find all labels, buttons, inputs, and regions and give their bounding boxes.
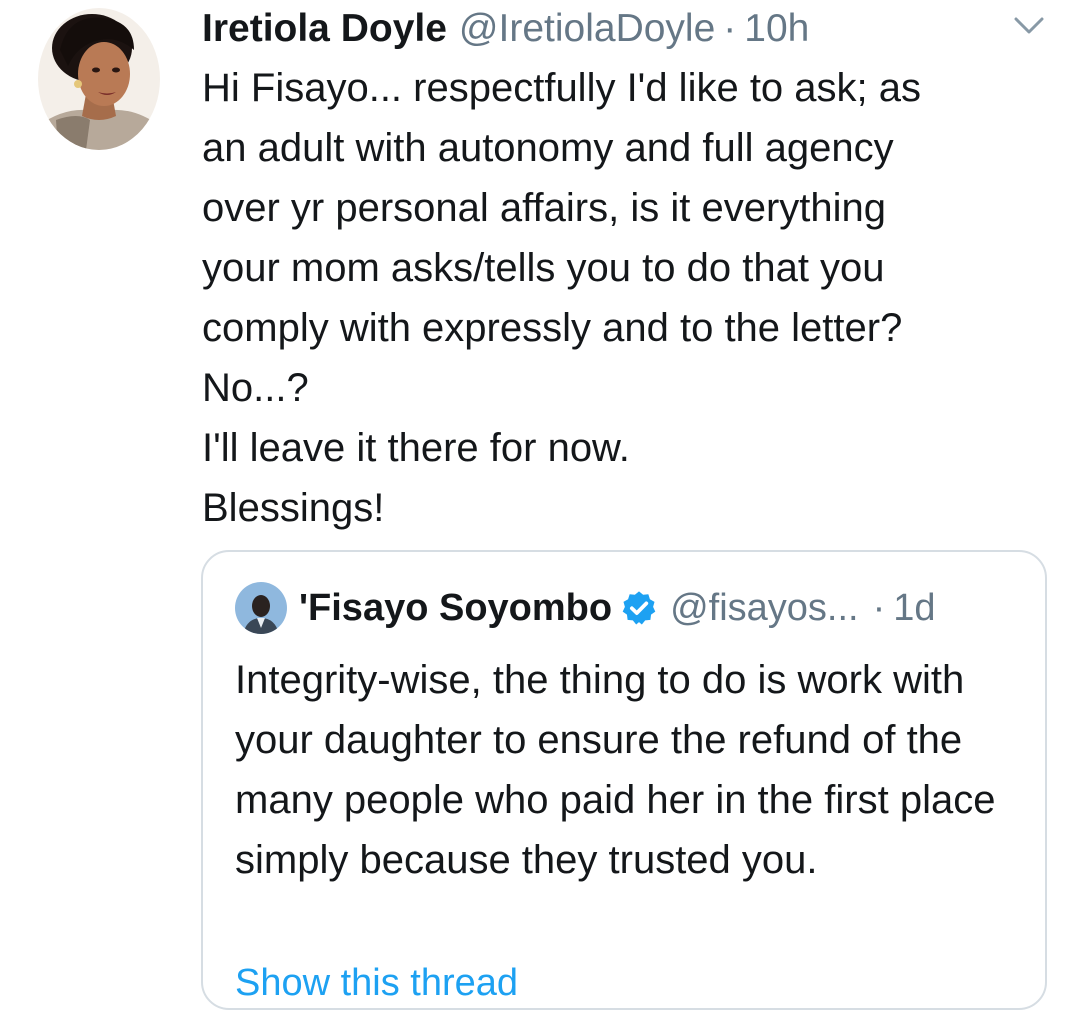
author-name[interactable]: Iretiola Doyle bbox=[202, 4, 447, 54]
tweet-timestamp[interactable]: 10h bbox=[744, 4, 809, 54]
quoted-author-name: 'Fisayo Soyombo bbox=[299, 586, 613, 629]
tweet: Iretiola Doyle @IretiolaDoyle · 10h Hi F… bbox=[0, 0, 1080, 1010]
quoted-author-handle: @fisayos... bbox=[670, 586, 859, 629]
quoted-tweet-card[interactable]: 'Fisayo Soyombo @fisayos... · 1d Integri… bbox=[201, 550, 1047, 1010]
tweet-text: Hi Fisayo... respectfully I'd like to as… bbox=[202, 66, 922, 530]
quoted-author-avatar bbox=[235, 582, 287, 634]
quoted-header-separator: · bbox=[872, 586, 886, 629]
quoted-tweet-timestamp: 1d bbox=[893, 586, 936, 629]
chevron-down-icon[interactable] bbox=[1012, 14, 1046, 38]
header-separator: · bbox=[723, 7, 737, 50]
verified-badge-icon bbox=[620, 589, 658, 627]
author-avatar[interactable] bbox=[38, 8, 160, 150]
quoted-tweet-text: Integrity-wise, the thing to do is work … bbox=[235, 658, 996, 882]
tweet-header: Iretiola Doyle @IretiolaDoyle · 10h bbox=[202, 4, 809, 54]
author-handle[interactable]: @IretiolaDoyle bbox=[459, 4, 715, 54]
show-thread-link[interactable]: Show this thread bbox=[235, 958, 518, 1008]
quoted-tweet-header: 'Fisayo Soyombo @fisayos... · 1d bbox=[235, 582, 936, 634]
